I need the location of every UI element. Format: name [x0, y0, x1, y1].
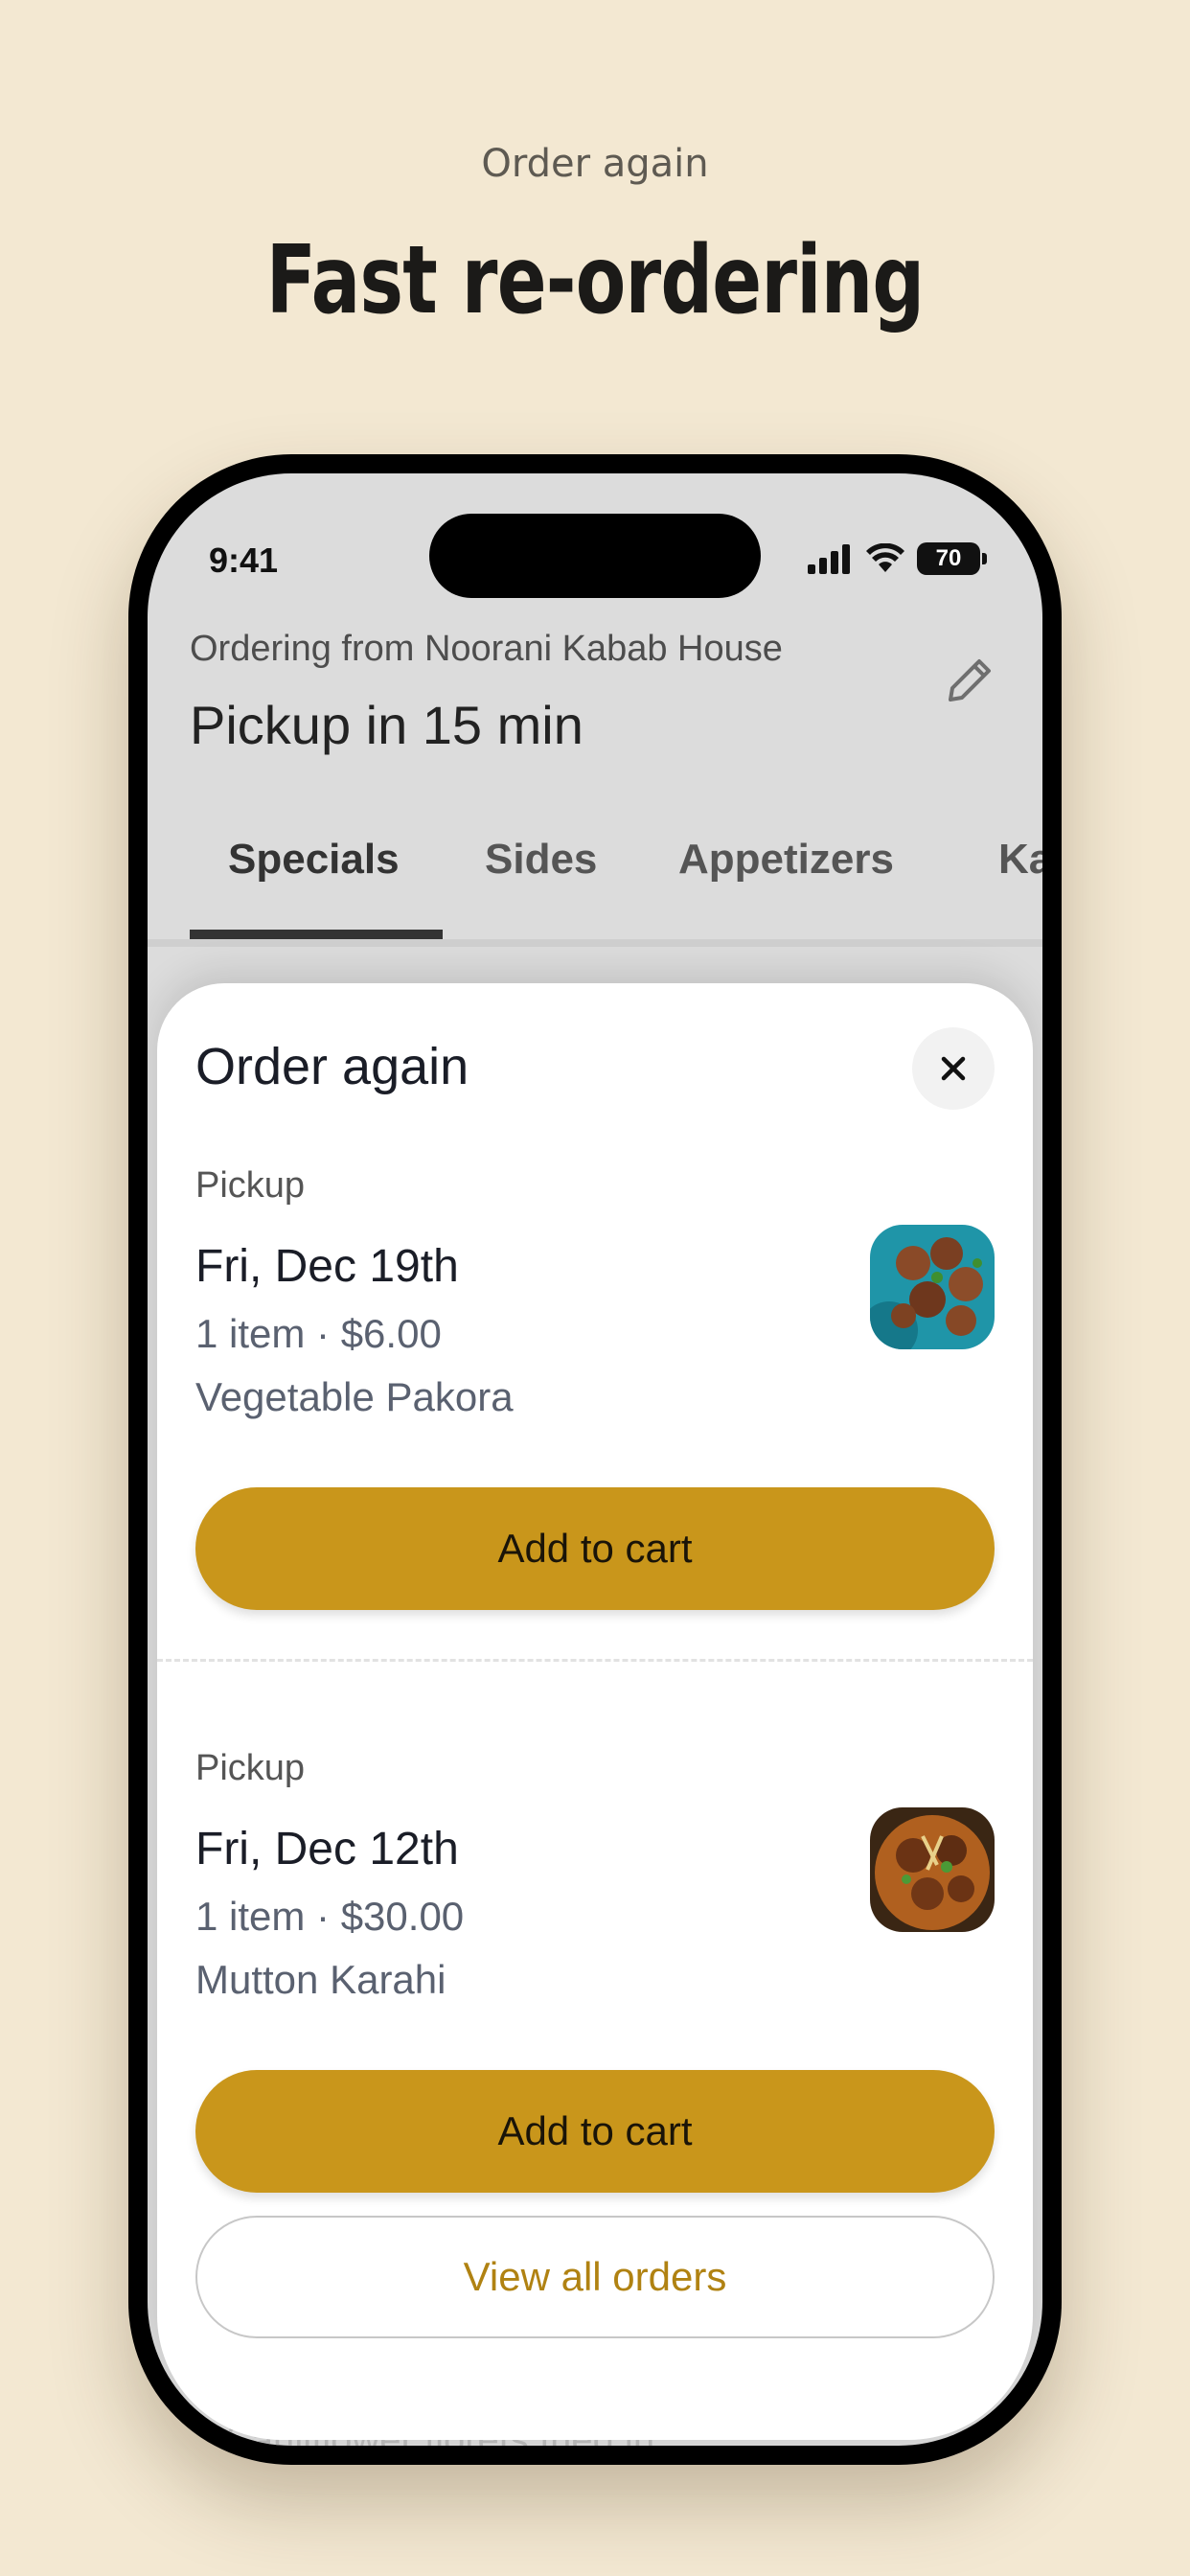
order-summary: 1 item · $6.00: [195, 1311, 442, 1356]
food-thumbnail: [870, 1807, 995, 1932]
battery-tip: [982, 553, 987, 564]
add-to-cart-button[interactable]: Add to cart: [195, 1487, 995, 1610]
ordering-from-label: Ordering from Noorani Kabab House: [190, 629, 783, 669]
promo-kicker: Order again: [481, 142, 709, 186]
order-mode: Pickup: [195, 1748, 306, 1788]
order-again-sheet: Order again Pickup Fri, Dec 19th 1 item …: [157, 983, 1033, 2440]
tab-karahi[interactable]: Karahi: [998, 836, 1042, 884]
order-mode: Pickup: [195, 1165, 306, 1206]
tab-specials[interactable]: Specials: [228, 836, 400, 884]
tab-divider: [148, 939, 1042, 947]
battery-icon: 70: [917, 542, 980, 575]
order-divider: [157, 1659, 1033, 1662]
tab-sides[interactable]: Sides: [485, 836, 597, 884]
pencil-icon[interactable]: [941, 652, 998, 714]
promo-headline: Fast re-ordering: [265, 226, 925, 335]
pickup-time: Pickup in 15 min: [190, 695, 584, 755]
order-date: Fri, Dec 12th: [195, 1824, 459, 1874]
phone-frame: 9:41 70 Ordering from Noorani Kabab Hous…: [128, 454, 1062, 2465]
status-icons: 70: [806, 542, 987, 575]
food-thumbnail: [870, 1225, 995, 1349]
dynamic-island: [429, 514, 761, 598]
wifi-icon: [866, 543, 904, 572]
view-all-orders-button[interactable]: View all orders: [195, 2216, 995, 2338]
close-icon: [941, 1056, 966, 1081]
add-to-cart-button[interactable]: Add to cart: [195, 2070, 995, 2193]
active-tab-indicator: [190, 930, 443, 939]
sheet-title: Order again: [195, 1038, 469, 1095]
phone-screen: 9:41 70 Ordering from Noorani Kabab Hous…: [148, 473, 1042, 2446]
order-summary: 1 item · $30.00: [195, 1894, 465, 1939]
order-date: Fri, Dec 19th: [195, 1241, 459, 1292]
tab-appetizers[interactable]: Appetizers: [678, 836, 894, 884]
order-item-name: Vegetable Pakora: [195, 1374, 514, 1419]
category-tabs: Specials Sides Appetizers Karahi: [148, 836, 1042, 935]
status-time: 9:41: [209, 540, 279, 580]
close-button[interactable]: [912, 1027, 995, 1110]
order-item-name: Mutton Karahi: [195, 1957, 446, 2002]
signal-icon: [808, 544, 850, 574]
